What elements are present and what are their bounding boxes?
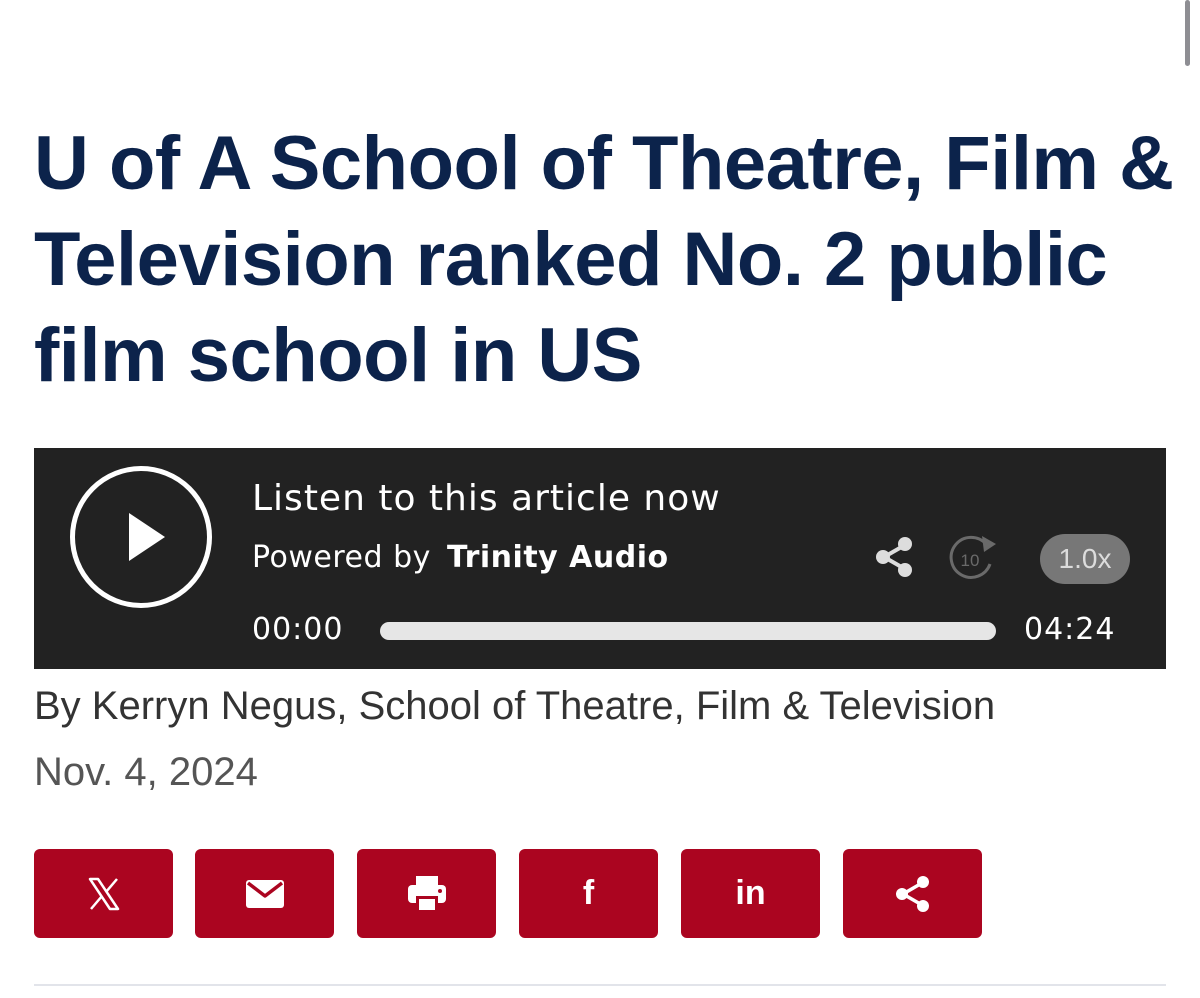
linkedin-icon: in	[735, 874, 766, 912]
play-icon	[129, 513, 165, 561]
share-icon	[876, 537, 912, 577]
current-time: 00:00	[252, 612, 344, 647]
article-title: U of A School of Theatre, Film & Televis…	[34, 121, 1174, 398]
article-date: Nov. 4, 2024	[34, 750, 258, 794]
content-divider	[34, 984, 1166, 986]
share-x-button[interactable]	[34, 849, 173, 938]
share-more-button[interactable]	[843, 849, 982, 938]
skip-10-label: 10	[961, 551, 980, 570]
share-email-button[interactable]	[195, 849, 334, 938]
audio-player: Listen to this article now Powered by Tr…	[34, 448, 1166, 669]
x-logo-icon	[88, 877, 119, 910]
skip-10-icon: 10	[949, 535, 996, 579]
printer-icon	[407, 875, 446, 912]
envelope-icon	[245, 879, 284, 908]
page-scrollbar[interactable]	[1185, 0, 1190, 66]
share-print-button[interactable]	[357, 849, 496, 938]
powered-by-brand: Trinity Audio	[446, 540, 669, 575]
playback-speed-button[interactable]: 1.0x	[1040, 534, 1130, 584]
total-time: 04:24	[1024, 612, 1116, 647]
share-linkedin-button[interactable]: in	[681, 849, 820, 938]
article-byline: By Kerryn Negus, School of Theatre, Film…	[34, 684, 996, 728]
facebook-f-icon: f	[582, 874, 595, 912]
progress-bar[interactable]	[380, 622, 996, 640]
player-listen-label: Listen to this article now	[252, 478, 721, 519]
powered-by-label: Powered by	[252, 540, 431, 575]
player-share-button[interactable]	[872, 534, 918, 580]
share-facebook-button[interactable]: f	[519, 849, 658, 938]
share-icon	[895, 875, 929, 912]
player-powered-by: Powered by Trinity Audio	[252, 540, 669, 575]
play-button[interactable]	[70, 466, 212, 608]
player-skip-10-button[interactable]: 10	[946, 532, 1002, 584]
